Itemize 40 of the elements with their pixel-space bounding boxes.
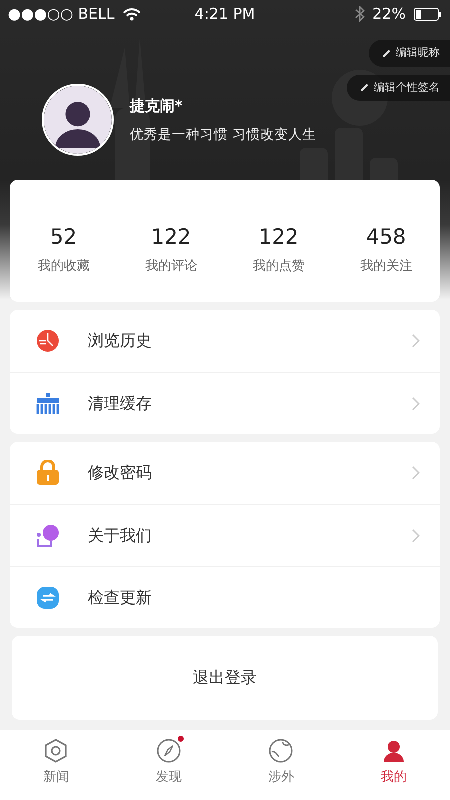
tab[interactable]: 涉外 bbox=[225, 730, 338, 800]
battery-percent: 22% bbox=[372, 4, 406, 25]
stat-value: 122 bbox=[258, 224, 299, 250]
bluetooth-icon bbox=[354, 6, 365, 22]
brush-icon bbox=[36, 392, 60, 416]
stat-label: 我的评论 bbox=[145, 258, 198, 276]
menu-item[interactable]: 浏览历史 bbox=[10, 310, 440, 372]
stat-label: 我的点赞 bbox=[252, 258, 305, 276]
menu-item[interactable]: 修改密码 bbox=[10, 442, 440, 504]
lock-icon bbox=[36, 460, 60, 486]
wifi-icon bbox=[122, 8, 141, 20]
tab[interactable]: 我的 bbox=[338, 730, 450, 800]
battery-icon bbox=[414, 8, 442, 20]
tab[interactable]: 新闻 bbox=[0, 730, 112, 800]
tab[interactable]: 发现 bbox=[112, 730, 225, 800]
user-name: 捷克闹* bbox=[130, 96, 184, 117]
stat-value: 122 bbox=[151, 224, 192, 250]
refresh-icon bbox=[36, 586, 60, 610]
avatar[interactable] bbox=[42, 84, 114, 156]
carrier-label: ●●●○○ BELL bbox=[8, 4, 115, 25]
menu-item[interactable]: 关于我们 bbox=[10, 504, 440, 566]
compass-icon bbox=[156, 738, 182, 764]
stat-value: 52 bbox=[50, 224, 78, 250]
pencil-icon bbox=[359, 82, 370, 94]
stat-value: 458 bbox=[366, 224, 406, 250]
menu-item[interactable]: 清理缓存 bbox=[10, 372, 440, 434]
pencil-icon bbox=[381, 48, 392, 59]
notification-dot bbox=[178, 736, 184, 742]
user-motto: 优秀是一种习惯 习惯改变人生 bbox=[130, 126, 316, 146]
edit-button[interactable]: 编辑昵称 bbox=[369, 40, 450, 66]
clock-icon bbox=[36, 329, 60, 353]
time-label: 4:21 PM bbox=[194, 4, 256, 25]
edit-button[interactable]: 编辑个性签名 bbox=[347, 74, 450, 101]
stat-label: 我的关注 bbox=[360, 258, 412, 276]
hexagon-icon bbox=[43, 738, 70, 764]
stat-label: 我的收藏 bbox=[38, 258, 90, 276]
menu-item[interactable]: 检查更新 bbox=[10, 566, 440, 628]
globe-icon bbox=[268, 738, 294, 764]
person-icon bbox=[36, 524, 60, 548]
logout-button[interactable]: 退出登录 bbox=[12, 636, 438, 720]
